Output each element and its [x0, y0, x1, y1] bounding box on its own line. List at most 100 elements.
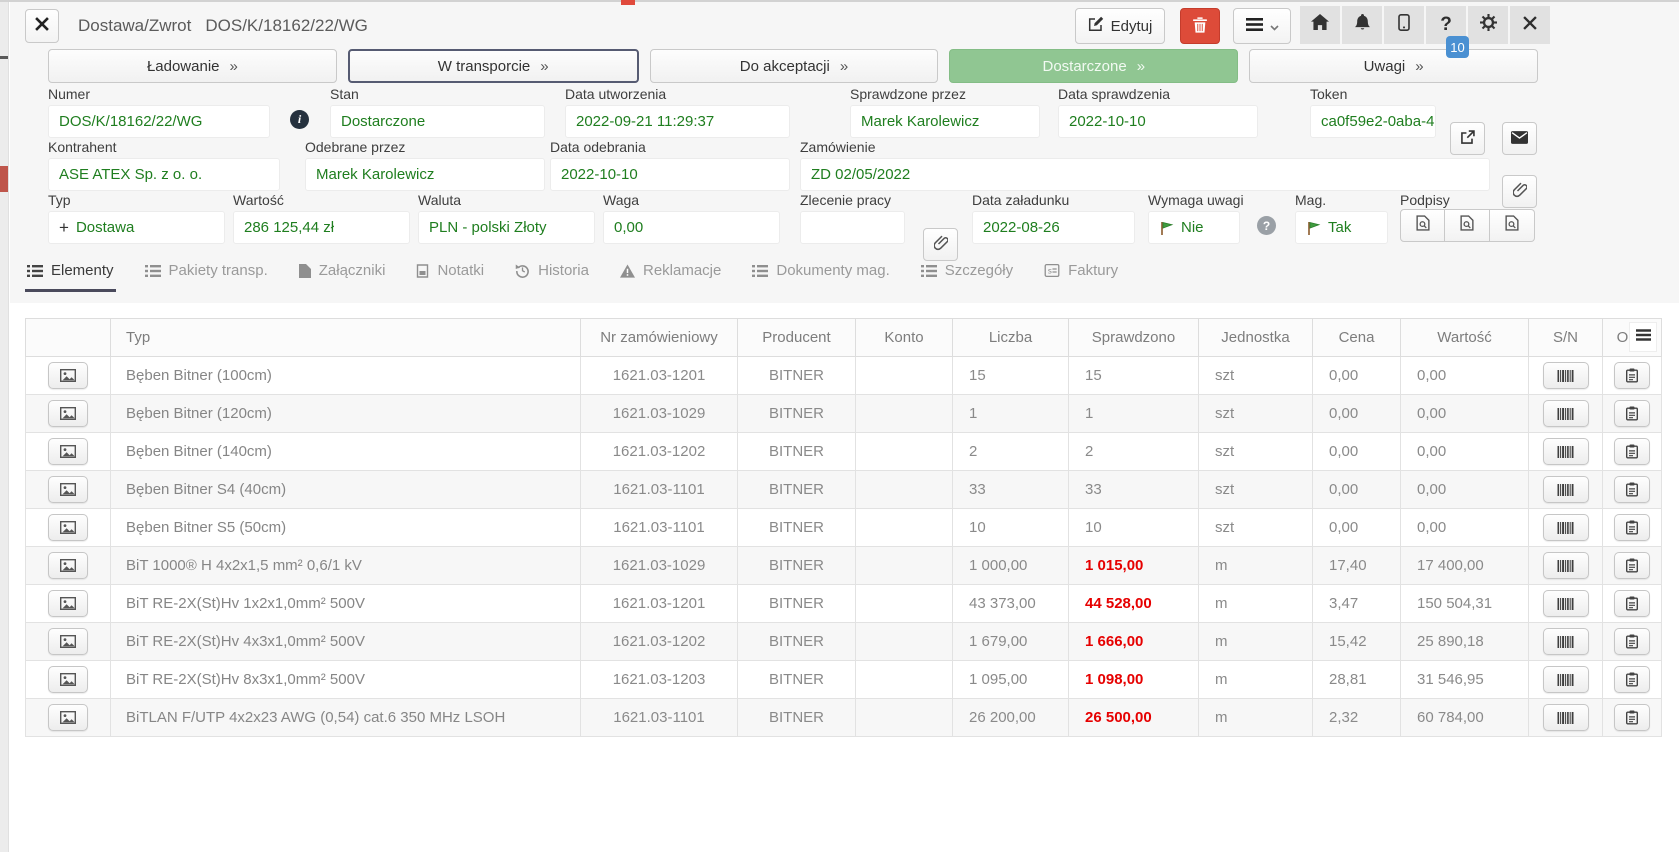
row-image-button[interactable] — [48, 400, 88, 427]
serial-numbers-button[interactable] — [1543, 704, 1589, 731]
field-wymaga-uwagi: Wymaga uwagi Nie — [1148, 192, 1240, 244]
field-value: Marek Karolewicz — [861, 113, 979, 130]
typ-input[interactable]: +Dostawa — [48, 211, 225, 244]
description-button[interactable] — [1614, 590, 1650, 617]
row-image-button[interactable] — [48, 438, 88, 465]
signature-preview-button-1[interactable] — [1400, 209, 1445, 242]
waga-input[interactable]: 0,00 — [603, 211, 780, 244]
row-image-button[interactable] — [48, 476, 88, 503]
wymaga-uwagi-input[interactable]: Nie — [1148, 211, 1240, 244]
zamowienie-input[interactable]: ZD 02/05/2022 — [800, 158, 1490, 191]
serial-numbers-button[interactable] — [1543, 552, 1589, 579]
field-label: Wymaga uwagi — [1148, 192, 1240, 209]
data-utworzenia-input[interactable]: 2022-09-21 11:29:37 — [565, 105, 790, 138]
zlecenie-pracy-input[interactable] — [800, 211, 905, 244]
tab-szczeg-y[interactable]: Szczegóły — [919, 254, 1015, 292]
description-button[interactable] — [1614, 514, 1650, 541]
serial-numbers-button[interactable] — [1543, 362, 1589, 389]
description-button[interactable] — [1614, 666, 1650, 693]
close-icon — [35, 17, 49, 35]
row-image-button[interactable] — [48, 704, 88, 731]
order-link-button[interactable] — [1502, 175, 1537, 208]
tab-historia[interactable]: Historia — [513, 254, 591, 292]
global-toolbar: ? — [1300, 6, 1550, 44]
serial-numbers-button[interactable] — [1543, 628, 1589, 655]
row-image-button[interactable] — [48, 666, 88, 693]
stage-button-w-transporcie[interactable]: W transporcie» — [348, 49, 639, 83]
stage-button-dostarczone[interactable]: Dostarczone» — [949, 49, 1238, 83]
cell-value: 1621.03-1101 — [613, 481, 704, 498]
stage-button-adowanie[interactable]: Ładowanie» — [48, 49, 337, 83]
token-open-link-button[interactable] — [1450, 122, 1485, 155]
description-button[interactable] — [1614, 628, 1650, 655]
tab-za-czniki[interactable]: Załączniki — [297, 254, 388, 292]
row-image-button[interactable] — [48, 362, 88, 389]
delete-button[interactable] — [1180, 8, 1220, 44]
field-label: Odebrane przez — [305, 139, 545, 156]
description-button[interactable] — [1614, 438, 1650, 465]
mobile-button[interactable] — [1384, 6, 1424, 44]
waluta-input[interactable]: PLN - polski Złoty — [418, 211, 595, 244]
tab-elementy[interactable]: Elementy — [25, 254, 116, 292]
cell-value: 17 400,00 — [1417, 557, 1484, 574]
cell-sn — [1529, 585, 1603, 623]
info-icon[interactable]: i — [290, 110, 309, 129]
tab-faktury[interactable]: sFaktury — [1042, 254, 1120, 292]
description-button[interactable] — [1614, 704, 1650, 731]
token-send-email-button[interactable] — [1502, 122, 1537, 155]
column-header-jednostka: Jednostka — [1199, 319, 1313, 357]
cell-value: 0,00 — [1417, 519, 1446, 536]
data-sprawdzenia-input[interactable]: 2022-10-10 — [1058, 105, 1258, 138]
home-button[interactable] — [1300, 6, 1340, 44]
list-icon — [145, 264, 161, 278]
wartosc-input[interactable]: 286 125,44 zł — [233, 211, 410, 244]
cell-sprawdzono: 10 — [1069, 509, 1199, 547]
row-image-button[interactable] — [48, 514, 88, 541]
sprawdzone-przez-input[interactable]: Marek Karolewicz — [850, 105, 1040, 138]
signature-preview-button-3[interactable] — [1490, 209, 1535, 242]
signature-preview-button-2[interactable] — [1445, 209, 1490, 242]
close-document-button[interactable] — [25, 9, 59, 43]
data-zaladunku-input[interactable]: 2022-08-26 — [972, 211, 1135, 244]
description-button[interactable] — [1614, 362, 1650, 389]
description-button[interactable] — [1614, 400, 1650, 427]
stage-button-uwagi[interactable]: Uwagi» — [1249, 49, 1538, 83]
help-circle-icon[interactable]: ? — [1257, 216, 1276, 235]
mag-input[interactable]: Tak — [1295, 211, 1388, 244]
tab-reklamacje[interactable]: Reklamacje — [618, 254, 723, 292]
serial-numbers-button[interactable] — [1543, 590, 1589, 617]
serial-numbers-button[interactable] — [1543, 514, 1589, 541]
row-image-button[interactable] — [48, 590, 88, 617]
cell-liczba: 10 — [953, 509, 1069, 547]
token-input[interactable]: ca0f59e2-0aba-4b76 — [1310, 105, 1436, 138]
description-button[interactable] — [1614, 476, 1650, 503]
stage-button-do-akceptacji[interactable]: Do akceptacji» — [650, 49, 939, 83]
description-button[interactable] — [1614, 552, 1650, 579]
serial-numbers-button[interactable] — [1543, 438, 1589, 465]
row-image-button[interactable] — [48, 628, 88, 655]
edit-button[interactable]: Edytuj — [1075, 8, 1165, 44]
serial-numbers-button[interactable] — [1543, 666, 1589, 693]
tab-dokumenty-mag[interactable]: Dokumenty mag. — [750, 254, 891, 292]
column-settings-button[interactable] — [1629, 322, 1657, 352]
tab-notatki[interactable]: Notatki — [414, 254, 486, 292]
cell-value: 0,00 — [1329, 443, 1358, 460]
cell-liczba: 26 200,00 — [953, 699, 1069, 737]
notifications-button[interactable] — [1342, 6, 1382, 44]
close-window-button[interactable] — [1510, 6, 1550, 44]
flag-icon — [1159, 220, 1174, 236]
cell-wartosc: 60 784,00 — [1401, 699, 1529, 737]
cell-value: 26 500,00 — [1085, 709, 1152, 726]
more-actions-dropdown[interactable] — [1233, 8, 1291, 44]
row-image-button[interactable] — [48, 552, 88, 579]
tab-pakiety-transp[interactable]: Pakiety transp. — [143, 254, 270, 292]
settings-button[interactable] — [1468, 6, 1508, 44]
stan-input[interactable]: Dostarczone — [330, 105, 545, 138]
kontrahent-input[interactable]: ASE ATEX Sp. z o. o. — [48, 158, 280, 191]
serial-numbers-button[interactable] — [1543, 400, 1589, 427]
numer-input[interactable]: DOS/K/18162/22/WG — [48, 105, 270, 138]
serial-numbers-button[interactable] — [1543, 476, 1589, 503]
data-odebrania-input[interactable]: 2022-10-10 — [550, 158, 790, 191]
cell-value: m — [1215, 671, 1228, 688]
odebrane-przez-input[interactable]: Marek Karolewicz — [305, 158, 545, 191]
